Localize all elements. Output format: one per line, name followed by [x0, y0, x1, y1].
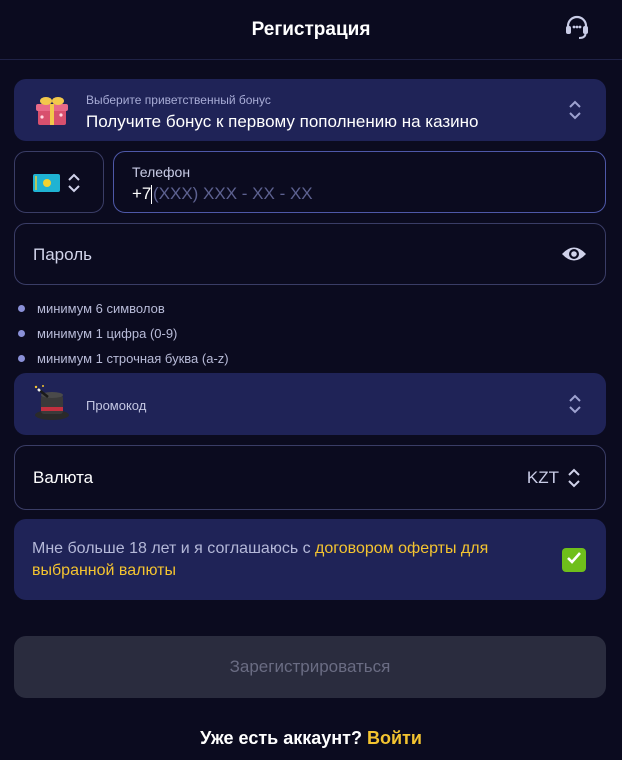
chevron-up-down-icon: [567, 468, 581, 493]
password-rule-text: минимум 1 цифра (0-9): [37, 326, 178, 341]
chevron-up-down-icon: [568, 394, 582, 419]
currency-select[interactable]: Валюта KZT: [14, 445, 606, 510]
agreement-text: Мне больше 18 лет и я соглашаюсь с догов…: [32, 538, 552, 582]
bonus-select[interactable]: Выберите приветственный бонус Получите б…: [14, 79, 606, 141]
bullet-dot: [18, 330, 25, 337]
currency-label: Валюта: [33, 468, 94, 487]
phone-prefix: +7: [132, 184, 152, 203]
promo-code-select[interactable]: Промокод: [14, 373, 606, 435]
checkmark-icon: [566, 551, 582, 570]
password-rule: минимум 1 строчная буква (a-z): [18, 346, 229, 371]
kazakhstan-flag-icon: [33, 174, 60, 192]
gift-box-icon: [34, 95, 70, 132]
currency-value: KZT: [526, 468, 559, 487]
bonus-label: Выберите приветственный бонус: [86, 93, 271, 107]
login-prompt: Уже есть аккаунт? Войти: [0, 728, 622, 749]
chevron-up-down-icon: [67, 173, 81, 198]
magic-hat-icon: [32, 383, 72, 428]
password-rules: минимум 6 символов минимум 1 цифра (0-9)…: [18, 296, 229, 371]
page-title: Регистрация: [251, 18, 371, 40]
text-caret: [151, 185, 152, 204]
phone-mask: (XXX) XXX - XX - XX: [153, 184, 313, 203]
support-button[interactable]: [562, 14, 592, 44]
promo-label: Промокод: [86, 398, 147, 413]
country-code-select[interactable]: [14, 151, 104, 213]
bullet-dot: [18, 305, 25, 312]
chevron-up-down-icon: [568, 100, 582, 125]
agreement-text-main: Мне больше 18 лет и я соглашаюсь с: [32, 540, 316, 557]
headset-icon: [563, 13, 591, 46]
bullet-dot: [18, 355, 25, 362]
phone-label: Телефон: [132, 164, 191, 180]
login-link[interactable]: Войти: [367, 728, 422, 748]
eye-icon[interactable]: [561, 244, 587, 269]
header: Регистрация: [0, 0, 622, 60]
agreement-checkbox[interactable]: [562, 548, 586, 572]
bonus-value: Получите бонус к первому пополнению на к…: [86, 112, 479, 131]
password-rule-text: минимум 6 символов: [37, 301, 165, 316]
password-field[interactable]: Пароль: [14, 223, 606, 285]
login-question: Уже есть аккаунт?: [200, 728, 362, 748]
password-rule-text: минимум 1 строчная буква (a-z): [37, 351, 229, 366]
phone-field[interactable]: Телефон +7 (XXX) XXX - XX - XX: [113, 151, 606, 213]
agreement-box: Мне больше 18 лет и я соглашаюсь с догов…: [14, 519, 606, 600]
register-button[interactable]: Зарегистрироваться: [14, 636, 606, 698]
password-rule: минимум 6 символов: [18, 296, 229, 321]
password-placeholder: Пароль: [33, 245, 92, 264]
password-rule: минимум 1 цифра (0-9): [18, 321, 229, 346]
